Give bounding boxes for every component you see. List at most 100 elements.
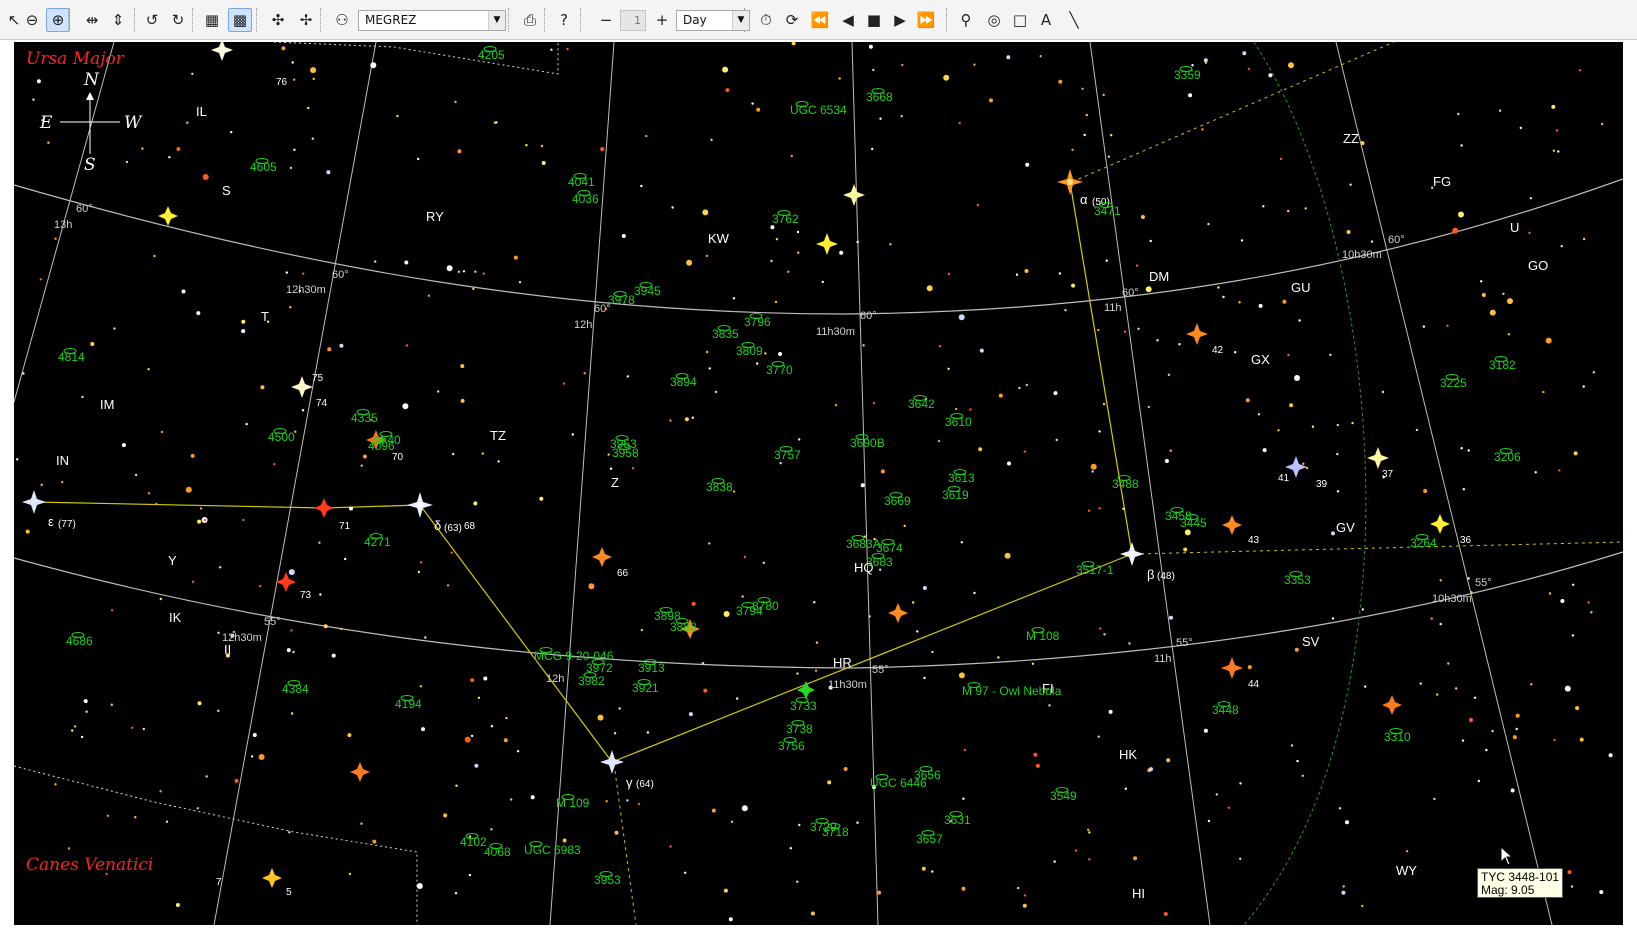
star-label[interactable]: FG <box>1433 174 1451 189</box>
deep-sky-object-label[interactable]: 3310 <box>1384 730 1411 744</box>
star-label[interactable]: γ <box>626 775 633 790</box>
chevron-down-icon[interactable]: ▼ <box>488 11 505 30</box>
object-search-combo[interactable]: MEGREZ ▼ <box>358 10 506 31</box>
star-label[interactable]: SV <box>1302 634 1320 649</box>
star-label[interactable]: IN <box>56 453 69 468</box>
grid-button[interactable]: ▦ <box>200 8 224 32</box>
star-label[interactable]: ε <box>48 514 54 529</box>
deep-sky-object-label[interactable]: 4194 <box>395 697 422 711</box>
deep-sky-object-label[interactable]: 3888 <box>670 620 697 634</box>
stop-button[interactable]: ■ <box>862 8 886 32</box>
rotate-right-button[interactable]: ↻ <box>166 8 190 32</box>
star-label[interactable]: TZ <box>490 428 506 443</box>
deep-sky-object-label[interactable]: 3225 <box>1440 376 1467 390</box>
star-label[interactable]: IM <box>100 397 114 412</box>
deep-sky-object-label[interactable]: 3733 <box>790 699 817 713</box>
deep-sky-object-label[interactable]: 3953 <box>594 873 621 887</box>
deep-sky-object-label[interactable]: 3182 <box>1489 358 1516 372</box>
timer-button[interactable]: ⏱ <box>754 8 778 32</box>
deep-sky-object-label[interactable]: 4335 <box>351 411 378 425</box>
rotate-left-button[interactable]: ↺ <box>140 8 164 32</box>
star-label[interactable]: GX <box>1251 352 1270 367</box>
deep-sky-object-label[interactable]: 3738 <box>786 722 813 736</box>
center-star-button[interactable]: ✣ <box>266 8 290 32</box>
deep-sky-object-label[interactable]: 3809 <box>736 344 763 358</box>
deep-sky-object-label[interactable]: 3796 <box>744 315 771 329</box>
deep-sky-object-label[interactable]: 3921 <box>632 681 659 695</box>
grid-equatorial-button[interactable]: ▩ <box>228 8 252 32</box>
star-label[interactable]: δ <box>434 518 441 533</box>
deep-sky-object-label[interactable]: 3982 <box>578 674 605 688</box>
star-label[interactable]: WY <box>1396 863 1417 878</box>
step-back-button[interactable]: ◀ <box>836 8 860 32</box>
print-button[interactable]: ⎙ <box>518 8 542 32</box>
star-label[interactable]: IL <box>196 104 207 119</box>
minus-button[interactable]: − <box>594 8 618 32</box>
deep-sky-object-label[interactable]: 3729 <box>810 820 837 834</box>
flip-horizontal-button[interactable]: ⇹ <box>80 8 104 32</box>
deep-sky-object-label[interactable]: 4500 <box>268 430 295 444</box>
deep-sky-object-label[interactable]: 3353 <box>1284 573 1311 587</box>
deep-sky-object-label[interactable]: 3894 <box>670 375 697 389</box>
deep-sky-object-label[interactable]: 3471 <box>1094 204 1121 218</box>
deep-sky-object-label[interactable]: 3794 <box>736 604 763 618</box>
deep-sky-object-label[interactable]: 4096 <box>368 439 395 453</box>
star-label[interactable]: ZZ <box>1343 131 1359 146</box>
deep-sky-object-label[interactable]: 3669 <box>884 494 911 508</box>
deep-sky-object-label[interactable]: 4068 <box>484 845 511 859</box>
deep-sky-object-label[interactable]: UGC 6534 <box>790 103 847 117</box>
star-label[interactable]: GU <box>1291 280 1311 295</box>
star-label[interactable]: α <box>1080 192 1088 207</box>
star-label[interactable]: GO <box>1528 258 1548 273</box>
telescope-button[interactable]: ⚲ <box>954 8 978 32</box>
deep-sky-object-label[interactable]: 4041 <box>568 175 595 189</box>
star-label[interactable]: GV <box>1336 520 1355 535</box>
plus-button[interactable]: + <box>650 8 674 32</box>
star-label[interactable]: Y <box>168 553 177 568</box>
star-label[interactable]: T <box>261 309 269 324</box>
time-step-field[interactable]: 1 <box>620 10 646 31</box>
deep-sky-object-label[interactable]: 3913 <box>638 661 665 675</box>
deep-sky-object-label[interactable]: M 108 <box>1026 629 1060 643</box>
deep-sky-object-label[interactable]: 3668 <box>866 90 893 104</box>
deep-sky-object-label[interactable]: 3683 <box>866 555 893 569</box>
star-label[interactable]: Z <box>611 475 619 490</box>
sky-chart[interactable]: NSEW 60° 13h 60° 12h30m 60° 12h 60° 11h30m 60° 11… <box>14 42 1623 925</box>
deep-sky-object-label[interactable]: 3359 <box>1174 68 1201 82</box>
deep-sky-object-label[interactable]: 3657 <box>916 832 943 846</box>
star-label[interactable]: IK <box>169 610 182 625</box>
deep-sky-object-label[interactable]: 3448 <box>1212 703 1239 717</box>
deep-sky-object-label[interactable]: M 109 <box>556 796 590 810</box>
text-button[interactable]: A <box>1034 8 1058 32</box>
deep-sky-object-label[interactable]: UGC 6983 <box>524 843 581 857</box>
deep-sky-object-label[interactable]: 4271 <box>364 535 391 549</box>
deep-sky-object-label[interactable]: 3206 <box>1494 450 1521 464</box>
deep-sky-object-label[interactable]: 4036 <box>572 192 599 206</box>
star-label[interactable]: U <box>1510 220 1519 235</box>
step-forward-button[interactable]: ▶ <box>888 8 912 32</box>
deep-sky-object-label[interactable]: 3613 <box>948 471 975 485</box>
deep-sky-object-label[interactable]: 3770 <box>766 363 793 377</box>
line-button[interactable]: ╲ <box>1062 8 1086 32</box>
deep-sky-object-label[interactable]: 3674 <box>876 541 903 555</box>
deep-sky-object-label[interactable]: 3958 <box>612 446 639 460</box>
deep-sky-object-label[interactable]: 3756 <box>778 739 805 753</box>
deep-sky-object-label[interactable]: 3631 <box>944 813 971 827</box>
star-label[interactable]: HI <box>1132 886 1145 901</box>
center-object-button[interactable]: ✢ <box>294 8 318 32</box>
deep-sky-object-label[interactable]: 3762 <box>772 212 799 226</box>
chevron-down-icon[interactable]: ▼ <box>732 11 749 30</box>
fast-forward-button[interactable]: ⏩ <box>914 8 938 32</box>
zoom-in-button[interactable]: ⊕ <box>46 8 70 32</box>
time-unit-select[interactable]: Day ▼ <box>676 10 750 31</box>
deep-sky-object-label[interactable]: 3549 <box>1050 789 1077 803</box>
deep-sky-object-label[interactable]: 3690B <box>850 436 885 450</box>
star-label[interactable]: HR <box>833 655 852 670</box>
star-label[interactable]: S <box>222 183 231 198</box>
deep-sky-object-label[interactable]: 4384 <box>282 682 309 696</box>
deep-sky-object-label[interactable]: 3517-1 <box>1076 563 1114 577</box>
deep-sky-object-label[interactable]: 3488 <box>1112 477 1139 491</box>
star-label[interactable]: II <box>224 642 231 657</box>
deep-sky-object-label[interactable]: M 97 - Owl Nebula <box>962 684 1062 698</box>
animate-button[interactable]: ⟳ <box>780 8 804 32</box>
